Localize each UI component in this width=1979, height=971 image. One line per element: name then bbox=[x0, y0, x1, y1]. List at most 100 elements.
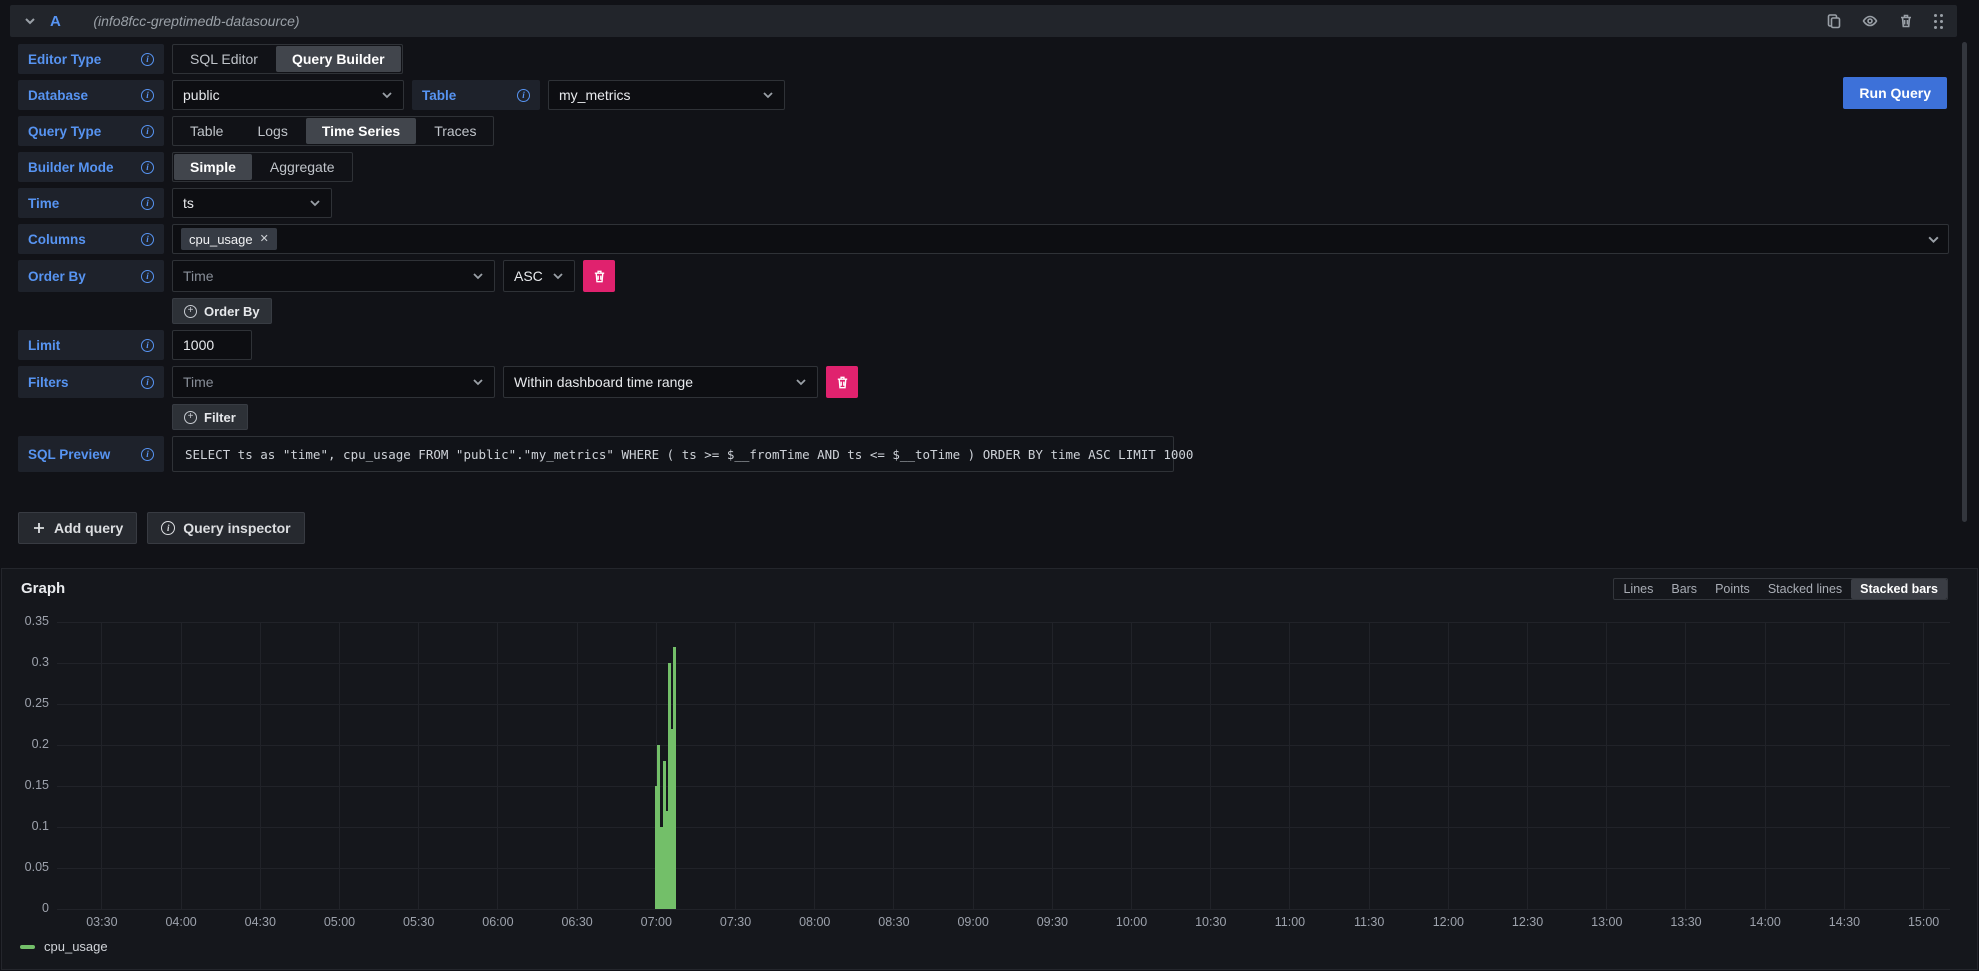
editor-type-group-option-sql-editor[interactable]: SQL Editor bbox=[174, 46, 274, 72]
x-tick-label: 14:30 bbox=[1829, 915, 1860, 929]
x-tick-label: 04:00 bbox=[165, 915, 196, 929]
remove-filter-button[interactable] bbox=[826, 366, 858, 398]
row-query-type: Query Type TableLogsTime SeriesTraces bbox=[18, 116, 1949, 146]
chevron-down-icon bbox=[795, 376, 807, 388]
table-select[interactable]: my_metrics bbox=[548, 80, 785, 110]
legend-item-cpu-usage[interactable]: cpu_usage bbox=[20, 939, 108, 954]
graph-mode-toggle-option-lines[interactable]: Lines bbox=[1614, 579, 1662, 599]
x-tick-label: 13:30 bbox=[1670, 915, 1701, 929]
run-query-button[interactable]: Run Query bbox=[1843, 77, 1947, 109]
info-icon[interactable] bbox=[141, 53, 154, 66]
grid-line bbox=[1369, 622, 1370, 909]
query-type-group-option-logs[interactable]: Logs bbox=[241, 118, 303, 144]
limit-input[interactable] bbox=[172, 330, 252, 360]
info-icon[interactable] bbox=[141, 161, 154, 174]
select-value: ASC bbox=[514, 268, 543, 284]
remove-order-by-button[interactable] bbox=[583, 260, 615, 292]
graph-mode-toggle-option-points[interactable]: Points bbox=[1706, 579, 1759, 599]
remove-column-icon[interactable] bbox=[260, 234, 269, 245]
y-tick-label: 0.3 bbox=[2, 655, 49, 669]
field-label-limit: Limit bbox=[18, 330, 164, 360]
chevron-down-icon[interactable] bbox=[24, 15, 36, 27]
y-tick-label: 0.1 bbox=[2, 819, 49, 833]
scrollbar[interactable] bbox=[1962, 42, 1967, 522]
info-icon[interactable] bbox=[517, 89, 530, 102]
query-type-group-option-time-series[interactable]: Time Series bbox=[306, 118, 416, 144]
field-label-text: Columns bbox=[28, 232, 86, 247]
grid-line bbox=[339, 622, 340, 909]
builder-mode-group-option-simple[interactable]: Simple bbox=[174, 154, 252, 180]
order-direction-select[interactable]: ASC bbox=[503, 260, 575, 292]
info-icon[interactable] bbox=[141, 197, 154, 210]
trash-icon[interactable] bbox=[1898, 13, 1914, 29]
editor-type-group-option-query-builder[interactable]: Query Builder bbox=[276, 46, 401, 72]
grid-line bbox=[57, 704, 1950, 705]
x-tick-label: 07:00 bbox=[641, 915, 672, 929]
query-type-group: TableLogsTime SeriesTraces bbox=[172, 116, 494, 146]
graph-mode-toggle: LinesBarsPointsStacked linesStacked bars bbox=[1613, 578, 1948, 600]
builder-mode-group-option-aggregate[interactable]: Aggregate bbox=[254, 154, 351, 180]
grid-line bbox=[735, 622, 736, 909]
grid-line bbox=[57, 745, 1950, 746]
query-inspector-label: Query inspector bbox=[183, 520, 290, 536]
filter-value-select[interactable]: Within dashboard time range bbox=[503, 366, 818, 398]
grid-line bbox=[893, 622, 894, 909]
time-column-select[interactable]: ts bbox=[172, 188, 332, 218]
add-order-by-label: Order By bbox=[204, 304, 260, 319]
chevron-down-icon bbox=[552, 270, 564, 282]
x-tick-label: 11:00 bbox=[1275, 915, 1305, 929]
select-placeholder: Time bbox=[183, 268, 214, 284]
info-icon[interactable] bbox=[141, 448, 154, 461]
row-columns: Columns cpu_usage bbox=[18, 224, 1949, 254]
x-tick-label: 07:30 bbox=[720, 915, 751, 929]
field-label-text: Filters bbox=[28, 375, 69, 390]
order-by-field-select[interactable]: Time bbox=[172, 260, 495, 292]
sql-preview-box: SELECT ts as "time", cpu_usage FROM "pub… bbox=[172, 436, 1174, 472]
query-type-group-option-traces[interactable]: Traces bbox=[418, 118, 492, 144]
info-icon[interactable] bbox=[141, 233, 154, 246]
graph-mode-toggle-option-bars[interactable]: Bars bbox=[1662, 579, 1706, 599]
field-label-filters: Filters bbox=[18, 366, 164, 398]
eye-icon[interactable] bbox=[1862, 13, 1878, 29]
info-icon[interactable] bbox=[141, 270, 154, 283]
select-value: my_metrics bbox=[559, 87, 631, 103]
graph-mode-toggle-option-stacked-bars[interactable]: Stacked bars bbox=[1851, 579, 1947, 599]
builder-mode-group: SimpleAggregate bbox=[172, 152, 353, 182]
field-label-text: Limit bbox=[28, 338, 60, 353]
plot-area[interactable] bbox=[57, 622, 1950, 909]
grid-line bbox=[1844, 622, 1845, 909]
add-order-by-button[interactable]: Order By bbox=[172, 298, 272, 324]
x-tick-label: 10:00 bbox=[1116, 915, 1147, 929]
row-filters: Filters Time Within dashboard time range bbox=[18, 366, 1949, 398]
chevron-down-icon bbox=[762, 89, 774, 101]
row-database-table: Database public Table my_metrics bbox=[18, 80, 1949, 110]
filter-field-select[interactable]: Time bbox=[172, 366, 495, 398]
info-icon[interactable] bbox=[141, 125, 154, 138]
grid-line bbox=[1685, 622, 1686, 909]
column-tag[interactable]: cpu_usage bbox=[181, 228, 277, 250]
columns-input[interactable]: cpu_usage bbox=[172, 224, 1949, 254]
drag-handle-icon[interactable] bbox=[1934, 14, 1943, 29]
info-icon[interactable] bbox=[141, 89, 154, 102]
query-ref-id: A bbox=[50, 13, 61, 30]
plus-icon bbox=[32, 521, 46, 535]
legend-label: cpu_usage bbox=[44, 939, 108, 954]
field-label-time: Time bbox=[18, 188, 164, 218]
editor-type-group: SQL EditorQuery Builder bbox=[172, 44, 403, 74]
info-icon[interactable] bbox=[141, 339, 154, 352]
query-inspector-button[interactable]: Query inspector bbox=[147, 512, 304, 544]
grid-line bbox=[497, 622, 498, 909]
add-filter-button[interactable]: Filter bbox=[172, 404, 248, 430]
column-tag-label: cpu_usage bbox=[189, 232, 253, 247]
info-icon[interactable] bbox=[141, 376, 154, 389]
grid-line bbox=[57, 909, 1950, 910]
query-builder-form: Run Query Editor Type SQL EditorQuery Bu… bbox=[10, 37, 1957, 544]
query-header[interactable]: A (info8fcc-greptimedb-datasource) bbox=[10, 5, 1957, 37]
sql-preview-text: SELECT ts as "time", cpu_usage FROM "pub… bbox=[185, 447, 1193, 462]
database-select[interactable]: public bbox=[172, 80, 404, 110]
graph-mode-toggle-option-stacked-lines[interactable]: Stacked lines bbox=[1759, 579, 1851, 599]
chevron-down-icon bbox=[381, 89, 393, 101]
query-type-group-option-table[interactable]: Table bbox=[174, 118, 239, 144]
duplicate-icon[interactable] bbox=[1826, 13, 1842, 29]
add-query-button[interactable]: Add query bbox=[18, 512, 137, 544]
